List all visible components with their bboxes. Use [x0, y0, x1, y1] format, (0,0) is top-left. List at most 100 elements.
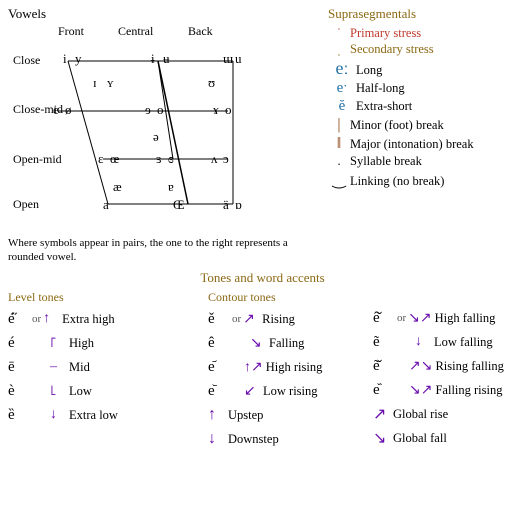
supraseg-extrashort: ĕ Extra-short: [328, 98, 525, 115]
vowel-barred-o: ɵ: [157, 102, 164, 118]
vowel-u: u: [235, 51, 242, 67]
vowel-oe: œ: [110, 151, 119, 167]
tone-extra-high-letter: é̋: [8, 311, 30, 328]
tone-extra-high-symbol: ↑: [43, 311, 59, 327]
tone-high-desc: High: [69, 336, 94, 351]
tone-falling-rising-letter: e᷈: [373, 382, 395, 399]
tones-section: Tones and word accents Level tones é̋ or…: [8, 270, 517, 452]
vowel-turned-v: ʌ: [211, 151, 218, 167]
supraseg-linking: ‿ Linking (no break): [328, 170, 525, 190]
contour-tones-subtitle: Contour tones: [208, 290, 373, 305]
vowel-oslash: ø: [65, 102, 72, 118]
tone-global-fall-symbol: ↘: [373, 428, 389, 448]
tone-high-falling-desc: High falling: [435, 311, 496, 326]
syllable-break-label: Syllable break: [350, 154, 422, 169]
vowel-note-text: Where symbols appear in pairs, the one t…: [8, 237, 288, 263]
primary-stress-symbol: ˈ: [328, 26, 350, 41]
level-tones-subtitle: Level tones: [8, 290, 208, 305]
vowel-idot: ɨ: [151, 51, 155, 67]
vowel-schwa: ə: [153, 129, 159, 145]
tone-low: è ꜖ Low: [8, 380, 208, 402]
top-section: Vowels Front Central Back: [8, 6, 517, 266]
open-label: Open: [13, 197, 39, 212]
tones-title: Tones and word accents: [8, 270, 517, 286]
tone-rising-falling-letter: ẽ̌: [373, 358, 395, 375]
linking-label: Linking (no break): [350, 174, 444, 189]
tone-global-fall: ↘ Global fall: [373, 427, 525, 449]
tone-falling-rising-desc: Falling rising: [435, 383, 502, 398]
tone-high-rising-desc: High rising: [266, 360, 323, 375]
tone-mid-letter: ē: [8, 359, 30, 376]
tone-high-falling-symbol: ↘↗: [408, 310, 431, 327]
level-tones-column: Level tones é̋ or ↑ Extra high é ꜒ High …: [8, 290, 208, 452]
close-label: Close: [13, 53, 40, 68]
tone-extra-low-desc: Extra low: [69, 408, 118, 423]
tone-downstep-desc: Downstep: [228, 432, 279, 447]
vowel-header-front: Front: [58, 24, 118, 39]
tone-rising-falling-desc: Rising falling: [435, 359, 503, 374]
tone-high-falling-letter: ê̌: [373, 310, 395, 327]
tone-global-rise: ↗ Global rise: [373, 403, 525, 425]
tone-low-falling-symbol: ↓: [415, 334, 431, 350]
vowel-closed-reversed-e: ɞ: [168, 151, 174, 167]
vowel-schwa-close: ɘ: [145, 102, 151, 118]
vowel-w: ɯ: [223, 51, 233, 67]
tone-low-symbol: ꜖: [50, 383, 66, 400]
major-break-label: Major (intonation) break: [350, 137, 474, 152]
openmid-label: Open-mid: [13, 152, 62, 167]
tone-falling-symbol: ↘: [250, 335, 266, 352]
long-label: Long: [356, 63, 382, 78]
vowel-I: ɪ: [93, 75, 97, 91]
tone-extra-low-symbol: ↓: [50, 407, 66, 423]
vowel-a-open: ä: [223, 197, 229, 213]
vowel-oe-open: Œ: [173, 197, 185, 213]
primary-stress-label: Primary stress: [350, 26, 421, 41]
minor-break-label: Minor (foot) break: [350, 118, 444, 133]
vowel-script-a: ɒ: [235, 197, 242, 213]
vowel-y: y: [75, 51, 82, 67]
vowel-chart-lines: [13, 39, 313, 234]
supraseg-halflong: eˑ Half-long: [328, 80, 525, 97]
vowel-ram-horns: ɤ: [213, 102, 219, 118]
vowels-area: Vowels Front Central Back: [8, 6, 318, 266]
tone-high-falling: ê̌ or ↘↗ High falling: [373, 307, 525, 329]
extrashort-label: Extra-short: [356, 99, 412, 114]
supraseg-minor-break: | Minor (foot) break: [328, 116, 525, 134]
long-symbol: eː: [328, 58, 356, 79]
tone-extra-low-letter: ȅ: [8, 407, 30, 424]
tone-low-rising-letter: e᷅: [208, 383, 230, 400]
tone-falling-letter: ê: [208, 335, 230, 352]
tone-high-falling-or: or: [397, 312, 406, 324]
vowel-epsilon: ɛ: [98, 151, 103, 167]
tone-downstep: ↓ Downstep: [208, 428, 373, 450]
tone-global-fall-desc: Global fall: [393, 431, 447, 446]
tone-high-rising-symbol: ↑↗: [244, 359, 263, 376]
tone-low-falling: ẽ ↓ Low falling: [373, 331, 525, 353]
vowel-note: Where symbols appear in pairs, the one t…: [8, 236, 313, 265]
tone-rising-falling-symbol: ↗↘: [409, 358, 432, 375]
vowel-u-bar: ʉ: [163, 51, 170, 67]
halflong-symbol: eˑ: [328, 80, 356, 97]
vowel-grid: Close Close-mid Open-mid Open i y ɨ ʉ ɯ …: [13, 39, 318, 234]
tone-high-letter: é: [8, 335, 30, 352]
extrashort-symbol: ĕ: [328, 98, 356, 115]
tone-extra-high-desc: Extra high: [62, 312, 114, 327]
vowel-o: o: [225, 102, 232, 118]
vowel-header-central: Central: [118, 24, 188, 39]
tone-rising-desc: Rising: [262, 312, 295, 327]
tones-columns: Level tones é̋ or ↑ Extra high é ꜒ High …: [8, 290, 517, 452]
supraseg-title: Suprasegmentals: [328, 6, 525, 22]
vowel-headers: Front Central Back: [58, 24, 318, 39]
tone-rising-letter: ě: [208, 311, 230, 328]
vowel-upsilon: ʊ: [208, 75, 215, 91]
right-contour-column: ê̌ or ↘↗ High falling ẽ ↓ Low falling ẽ̌…: [373, 290, 525, 452]
tone-falling-desc: Falling: [269, 336, 304, 351]
tone-downstep-symbol: ↓: [208, 430, 224, 448]
tone-falling-rising: e᷈ ↘↗ Falling rising: [373, 379, 525, 401]
tone-high-rising-letter: e᷄: [208, 359, 230, 376]
tone-high: é ꜒ High: [8, 332, 208, 354]
tone-falling-rising-symbol: ↘↗: [409, 382, 432, 399]
tone-rising-falling: ẽ̌ ↗↘ Rising falling: [373, 355, 525, 377]
tone-low-rising: e᷅ ↙ Low rising: [208, 380, 373, 402]
tone-high-rising: e᷄ ↑↗ High rising: [208, 356, 373, 378]
